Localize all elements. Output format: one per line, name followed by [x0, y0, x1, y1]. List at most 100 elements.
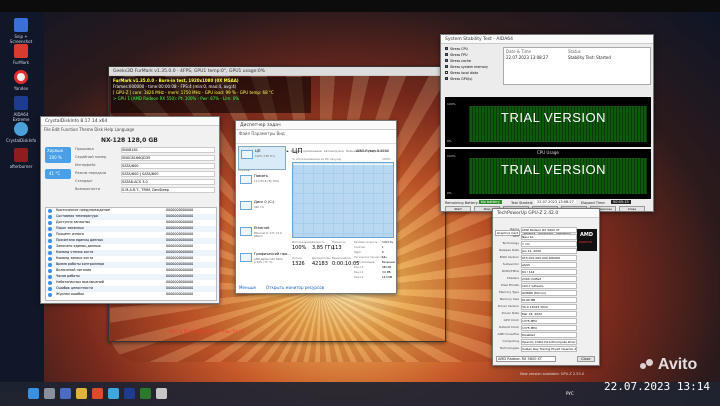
gpuz-field-value: 2304 Unified: [521, 276, 577, 282]
stress-checkbox-label: Stress local disks: [450, 71, 479, 75]
y-axis-top: 100%: [447, 102, 456, 106]
search-icon[interactable]: [44, 388, 55, 399]
gpuz-field-value: ASUS: [521, 262, 577, 268]
taskmgr-taskbar-icon[interactable]: [140, 388, 151, 399]
stat-label: Процессы: [332, 241, 346, 244]
status-dot-icon: [48, 275, 52, 279]
furmark-titlebar[interactable]: Geeks3D FurMark v1.35.0.0 - 4FPS, GPU1 t…: [109, 67, 445, 76]
taskmgr-menu[interactable]: Файл Параметры Вид: [239, 131, 285, 136]
amd-logo: AMD RADEON: [577, 229, 597, 251]
sidebar-item-3[interactable]: Ethernet Ethernet О: 0 П: 72,0 Кбит/с: [238, 224, 286, 248]
desktop-icon-furmark[interactable]: FurMark: [6, 44, 36, 65]
gpuz-update-banner[interactable]: New version available: GPU-Z 2.53.0: [520, 372, 584, 376]
stability-test-window[interactable]: System Stability Test - AIDA64 Stress CP…: [440, 34, 654, 212]
cpu-usage-fill: [293, 165, 393, 237]
sidebar-item-label: Диск 0 (C:): [254, 200, 275, 204]
sidebar-item-0[interactable]: ЦП 100% 3,85 ГГц: [238, 146, 286, 170]
stat-label: Время работы: [332, 257, 352, 260]
smart-attr-name: Прочитано единиц данных: [56, 238, 104, 242]
stat-label: Использование: [292, 241, 313, 244]
desktop-icon-label: FurMark: [12, 60, 30, 65]
desktop-icon-snip[interactable]: Snip + Screenshot: [6, 18, 36, 44]
gpuz-field-value: Mar 24, 2022: [521, 311, 577, 317]
disk-info-label: Прошивка: [75, 147, 94, 151]
stat-value: 42183: [312, 261, 328, 267]
gpuz-field-value: Disabled: [521, 332, 577, 338]
taskmgr-window[interactable]: Диспетчер задач Файл Параметры Вид Проце…: [235, 120, 397, 294]
checkbox-icon[interactable]: [445, 53, 448, 56]
taskmgr-titlebar[interactable]: Диспетчер задач: [236, 121, 396, 130]
battery-label: Remaining Battery:: [445, 201, 479, 205]
checkbox-icon[interactable]: [445, 59, 448, 62]
sidebar-item-1[interactable]: Память 11,1/15,9 ГБ (70%): [238, 172, 286, 196]
spec-value: 3,60 ГГц: [382, 241, 394, 244]
spec-value: 3,0 МБ: [382, 271, 391, 274]
cpu-usage-title: CPU Usage: [537, 150, 559, 155]
smart-attr-raw: 0000000000000: [166, 226, 194, 230]
stability-titlebar[interactable]: System Stability Test - AIDA64: [441, 35, 653, 44]
cpu-usage-graph: [292, 162, 394, 238]
health-badge: Хорошо 100 %: [45, 147, 71, 163]
card-select[interactable]: AMD Radeon RX 5600 XT: [496, 356, 556, 362]
crystaldisk-taskbar-icon[interactable]: [108, 388, 119, 399]
crystaldisk-window[interactable]: CrystalDiskInfo 8.17.14 x64 File Edit Fu…: [40, 116, 220, 304]
gpuz-field-label: GPU: [512, 234, 519, 238]
disk-model: NX-128 128,0 GB: [101, 137, 158, 144]
checkbox-icon[interactable]: [445, 65, 448, 68]
desktop-icon-yandex[interactable]: Yandex: [6, 70, 36, 91]
sidebar-item-4[interactable]: Графический про... AMD Radeon RX 5600 X 9…: [238, 250, 291, 274]
smart-attr-name: Критическое предупреждение: [56, 208, 110, 212]
health-value: 100 %: [49, 155, 62, 160]
stat-label: Скорость: [312, 241, 325, 244]
stress-checkbox[interactable]: Stress GPU(s): [445, 77, 472, 81]
furmark-hud-line: FurMark v1.35.0.0 - Burn-in test, 1920x1…: [113, 78, 239, 83]
gpuz-titlebar[interactable]: TechPowerUp GPU-Z 2.42.0: [493, 209, 599, 218]
stat-value: 100%: [292, 245, 307, 251]
resource-monitor-link[interactable]: Открыть монитор ресурсов: [266, 285, 324, 290]
disk-info-value: SN08181: [121, 147, 215, 153]
stress-checkbox[interactable]: Stress FPU: [445, 53, 467, 57]
stress-checkbox[interactable]: Stress system memory: [445, 65, 488, 69]
sidebar-item-2[interactable]: Диск 0 (C:) SSD 1%: [238, 198, 286, 222]
checkbox-icon[interactable]: [445, 77, 448, 80]
smart-attr-raw: 0000000000000: [166, 208, 194, 212]
stress-checkbox[interactable]: Stress CPU: [445, 47, 468, 51]
gpuz-field-label: Driver Version: [497, 304, 519, 308]
crystaldisk-menu[interactable]: File Edit Function Theme Disk Help Langu…: [44, 127, 134, 132]
stress-checkbox[interactable]: Stress cache: [445, 59, 471, 63]
explorer-icon[interactable]: [76, 388, 87, 399]
stability-start-button[interactable]: Start: [445, 206, 471, 211]
gpuz-field-value: 30.0.13023.1012: [521, 304, 577, 310]
spec-value: Включено: [382, 261, 396, 264]
desktop-icon-aida64[interactable]: AIDA64 Extreme: [6, 96, 36, 122]
smart-attr-raw: 0000000000000: [166, 220, 194, 224]
fewer-details-link[interactable]: Меньше: [239, 285, 256, 290]
disk-info-value: S.M.A.R.T., TRIM, DevSleep: [121, 187, 215, 193]
stability-close-button[interactable]: Close: [619, 206, 645, 211]
status-col-date: Date & Time: [506, 49, 532, 54]
desktop-icon-crystaldisk[interactable]: CrystalDiskInfo: [6, 122, 36, 143]
status-dot-icon: [48, 233, 52, 237]
gpuz-field-label: Subvendor: [502, 262, 519, 266]
gpuz-close-button[interactable]: Close: [577, 356, 595, 362]
desktop-icon-afterburner[interactable]: afterburner: [6, 148, 36, 169]
cpu-specs: Базовая скорость: 3,60 ГГц Сокетов: 1 Ядра: 6…: [354, 241, 396, 281]
furmark-taskbar-icon[interactable]: [92, 388, 103, 399]
checkbox-icon[interactable]: [445, 47, 448, 50]
aida64-taskbar-icon[interactable]: [124, 388, 135, 399]
sidebar-item-label: Ethernet: [254, 226, 270, 230]
cpu-stats: Использование 100% Скорость 3,85 ГГц Процесс…: [292, 241, 359, 281]
language-indicator[interactable]: РУС: [566, 391, 574, 396]
start-icon[interactable]: [28, 388, 39, 399]
cpu-name: AMD Ryzen 5 5500: [356, 149, 390, 153]
status-dot-icon: [48, 209, 52, 213]
stress-checkbox[interactable]: Stress local disks: [445, 71, 478, 75]
crystaldisk-titlebar[interactable]: CrystalDiskInfo 8.17.14 x64: [41, 117, 219, 126]
taskview-icon[interactable]: [60, 388, 71, 399]
smart-attr-name: Доступно запасных: [56, 220, 91, 224]
tab-3[interactable]: Автозагрузка: [324, 149, 344, 153]
disk-info-value: SATA8-ACS 3.0: [121, 179, 215, 185]
gpuz-window[interactable]: TechPowerUp GPU-Z 2.42.0 Graphics Card Se…: [492, 208, 600, 366]
checkbox-icon[interactable]: [445, 71, 448, 74]
gpuz-taskbar-icon[interactable]: [156, 388, 167, 399]
